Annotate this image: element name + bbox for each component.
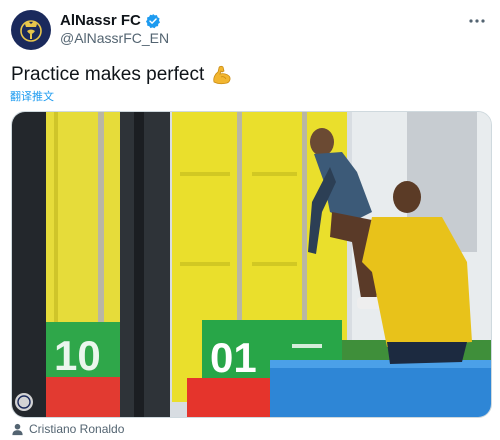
box-number-01: 01 — [210, 334, 257, 381]
account-handle[interactable]: @AlNassrFC_EN — [60, 30, 169, 46]
tweet-text-body: Practice makes perfect — [11, 64, 205, 85]
account-name-row[interactable]: AlNassr FC — [60, 12, 161, 29]
translate-tweet-link[interactable]: 翻译推文 — [10, 88, 54, 104]
tagged-people[interactable]: Cristiano Ronaldo — [11, 422, 124, 436]
flexed-biceps-icon — [213, 65, 231, 85]
ellipsis-icon — [469, 19, 485, 23]
training-photo: 10 01 — [12, 112, 491, 417]
tweet-photo[interactable]: 10 01 — [11, 111, 492, 418]
person-icon — [12, 423, 23, 435]
display-name[interactable]: AlNassr FC — [60, 12, 141, 29]
tagged-person-name[interactable]: Cristiano Ronaldo — [29, 422, 124, 436]
box-number-10: 10 — [54, 332, 101, 379]
more-options-icon[interactable] — [466, 10, 488, 32]
tweet-text: Practice makes perfect — [11, 63, 234, 87]
verified-badge-icon — [145, 13, 160, 28]
club-crest-icon — [12, 11, 50, 49]
avatar[interactable] — [11, 10, 51, 50]
